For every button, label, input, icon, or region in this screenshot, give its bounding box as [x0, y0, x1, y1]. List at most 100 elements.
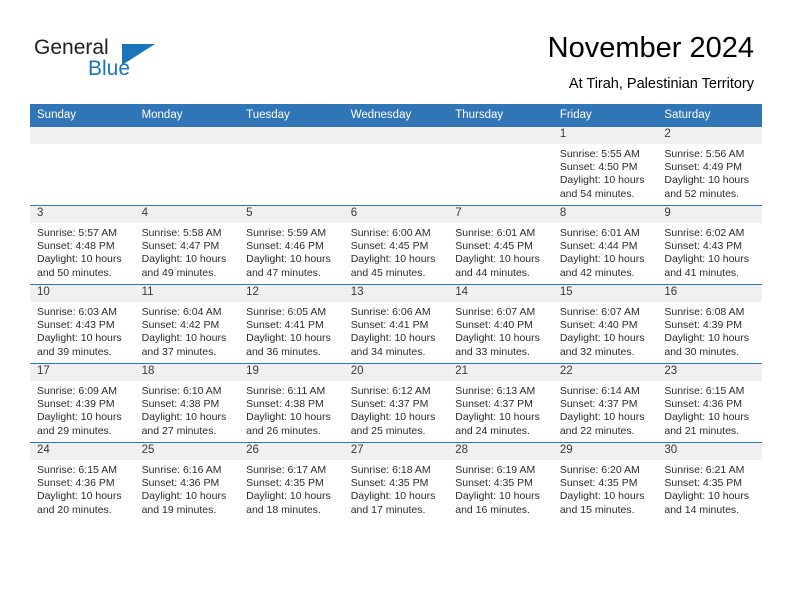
day-number [448, 127, 553, 144]
calendar-day-cell[interactable]: 14 Sunrise: 6:07 AM Sunset: 4:40 PM Dayligh… [448, 284, 553, 364]
calendar-day-cell[interactable]: 23 Sunrise: 6:15 AM Sunset: 4:36 PM Dayligh… [657, 363, 762, 443]
daylight-duration-line1: Daylight: 10 hours [246, 332, 331, 345]
calendar-day-cell[interactable]: 8 Sunrise: 6:01 AM Sunset: 4:44 PM Daylight… [552, 205, 658, 285]
calendar-day-cell[interactable]: 7 Sunrise: 6:01 AM Sunset: 4:45 PM Daylight… [448, 205, 553, 285]
day-number: 19 [239, 364, 344, 381]
sunrise-time: Sunrise: 6:02 AM [664, 227, 745, 239]
day-details: Sunrise: 6:07 AM Sunset: 4:40 PM Daylight:… [448, 302, 553, 359]
sunset-time: Sunset: 4:41 PM [246, 319, 324, 332]
sunrise-time: Sunrise: 5:55 AM [559, 148, 640, 160]
sunrise-time: Sunrise: 6:05 AM [246, 306, 327, 318]
page-header: General Blue November 2024 At Tirah, Pal… [0, 0, 792, 103]
calendar-day-cell-empty [343, 126, 449, 206]
calendar-day-cell[interactable]: 25 Sunrise: 6:16 AM Sunset: 4:36 PM Dayligh… [134, 442, 240, 521]
calendar-day-cell[interactable]: 10 Sunrise: 6:03 AM Sunset: 4:43 PM Dayligh… [30, 284, 135, 364]
daylight-duration-line1: Daylight: 10 hours [559, 490, 645, 503]
calendar-day-cell[interactable]: 5 Sunrise: 5:59 AM Sunset: 4:46 PM Daylight… [239, 205, 344, 285]
daylight-duration-line2: and 22 minutes. [559, 424, 635, 437]
daylight-duration-line1: Daylight: 10 hours [350, 253, 436, 266]
sunset-time: Sunset: 4:41 PM [350, 319, 429, 332]
calendar-day-cell[interactable]: 26 Sunrise: 6:17 AM Sunset: 4:35 PM Dayligh… [239, 442, 344, 521]
calendar-day-cell[interactable]: 6 Sunrise: 6:00 AM Sunset: 4:45 PM Daylight… [343, 205, 449, 285]
daylight-duration-line2: and 21 minutes. [664, 424, 740, 437]
sunset-time: Sunset: 4:44 PM [559, 240, 638, 253]
day-number: 27 [343, 443, 449, 460]
daylight-duration-line2: and 15 minutes. [559, 503, 635, 516]
daylight-duration-line2: and 42 minutes. [559, 266, 635, 279]
calendar-day-cell[interactable]: 13 Sunrise: 6:06 AM Sunset: 4:41 PM Dayligh… [343, 284, 449, 364]
calendar-day-cell[interactable]: 18 Sunrise: 6:10 AM Sunset: 4:38 PM Dayligh… [134, 363, 240, 443]
sunset-time: Sunset: 4:36 PM [141, 477, 220, 490]
calendar-day-cell[interactable]: 29 Sunrise: 6:20 AM Sunset: 4:35 PM Dayligh… [552, 442, 658, 521]
weekday-header-friday: Friday [552, 104, 658, 127]
daylight-duration-line2: and 32 minutes. [559, 345, 635, 358]
calendar-day-cell[interactable]: 24 Sunrise: 6:15 AM Sunset: 4:36 PM Dayligh… [30, 442, 135, 521]
title-block: November 2024 At Tirah, Palestinian Terr… [548, 30, 754, 93]
daylight-duration-line1: Daylight: 10 hours [664, 253, 750, 266]
sunset-time: Sunset: 4:35 PM [664, 477, 743, 490]
general-blue-logo[interactable]: General Blue [34, 36, 164, 84]
calendar-day-cell[interactable]: 9 Sunrise: 6:02 AM Sunset: 4:43 PM Daylight… [657, 205, 762, 285]
day-cell-inner: 22 Sunrise: 6:14 AM Sunset: 4:37 PM Dayligh… [552, 364, 658, 442]
calendar-day-cell[interactable]: 12 Sunrise: 6:05 AM Sunset: 4:41 PM Dayligh… [239, 284, 344, 364]
daylight-duration-line2: and 29 minutes. [37, 424, 112, 437]
calendar-day-cell[interactable]: 15 Sunrise: 6:07 AM Sunset: 4:40 PM Dayligh… [552, 284, 658, 364]
day-cell-inner: 11 Sunrise: 6:04 AM Sunset: 4:42 PM Dayligh… [134, 285, 240, 363]
daylight-duration-line1: Daylight: 10 hours [141, 253, 227, 266]
day-details: Sunrise: 6:01 AM Sunset: 4:44 PM Daylight:… [553, 223, 658, 280]
day-cell-inner: 20 Sunrise: 6:12 AM Sunset: 4:37 PM Dayligh… [343, 364, 449, 442]
calendar-day-cell[interactable]: 1 Sunrise: 5:55 AM Sunset: 4:50 PM Daylight… [552, 126, 658, 206]
calendar-day-cell[interactable]: 17 Sunrise: 6:09 AM Sunset: 4:39 PM Dayligh… [30, 363, 135, 443]
day-number: 18 [134, 364, 240, 381]
day-number [343, 127, 449, 144]
calendar-day-cell[interactable]: 19 Sunrise: 6:11 AM Sunset: 4:38 PM Dayligh… [239, 363, 344, 443]
calendar-day-cell[interactable]: 4 Sunrise: 5:58 AM Sunset: 4:47 PM Daylight… [134, 205, 240, 285]
sunrise-time: Sunrise: 6:12 AM [350, 385, 431, 397]
day-details: Sunrise: 5:55 AM Sunset: 4:50 PM Daylight:… [553, 144, 658, 201]
day-number: 1 [552, 127, 658, 144]
daylight-duration-line2: and 47 minutes. [246, 266, 321, 279]
daylight-duration-line1: Daylight: 10 hours [559, 253, 645, 266]
location-subtitle: At Tirah, Palestinian Territory [568, 76, 754, 92]
sunset-time: Sunset: 4:36 PM [37, 477, 115, 490]
day-number: 24 [30, 443, 135, 460]
sunrise-time: Sunrise: 6:08 AM [664, 306, 745, 318]
day-details: Sunrise: 6:15 AM Sunset: 4:36 PM Daylight:… [30, 460, 135, 517]
sunrise-time: Sunrise: 6:03 AM [37, 306, 117, 318]
calendar-day-cell[interactable]: 30 Sunrise: 6:21 AM Sunset: 4:35 PM Dayligh… [657, 442, 762, 521]
calendar-day-cell[interactable]: 16 Sunrise: 6:08 AM Sunset: 4:39 PM Dayligh… [657, 284, 762, 364]
daylight-duration-line1: Daylight: 10 hours [37, 332, 122, 345]
calendar-day-cell[interactable]: 21 Sunrise: 6:13 AM Sunset: 4:37 PM Dayligh… [448, 363, 553, 443]
day-number: 17 [30, 364, 135, 381]
calendar-day-cell[interactable]: 27 Sunrise: 6:18 AM Sunset: 4:35 PM Dayligh… [343, 442, 449, 521]
sunset-time: Sunset: 4:39 PM [37, 398, 115, 411]
daylight-duration-line2: and 30 minutes. [664, 345, 740, 358]
calendar-day-cell[interactable]: 3 Sunrise: 5:57 AM Sunset: 4:48 PM Daylight… [30, 205, 135, 285]
day-number: 3 [30, 206, 135, 223]
day-cell-inner [239, 127, 344, 205]
sunrise-time: Sunrise: 5:59 AM [246, 227, 327, 239]
calendar-day-cell[interactable]: 22 Sunrise: 6:14 AM Sunset: 4:37 PM Dayligh… [552, 363, 658, 443]
day-number: 10 [30, 285, 135, 302]
calendar-week-row: 24 Sunrise: 6:15 AM Sunset: 4:36 PM Dayligh… [30, 442, 762, 521]
daylight-duration-line1: Daylight: 10 hours [350, 490, 436, 503]
sunrise-time: Sunrise: 6:20 AM [559, 464, 640, 476]
day-cell-inner: 10 Sunrise: 6:03 AM Sunset: 4:43 PM Dayligh… [30, 285, 135, 363]
day-details: Sunrise: 6:03 AM Sunset: 4:43 PM Daylight:… [30, 302, 135, 359]
calendar-week-row: 17 Sunrise: 6:09 AM Sunset: 4:39 PM Dayligh… [30, 363, 762, 443]
calendar-day-cell[interactable]: 11 Sunrise: 6:04 AM Sunset: 4:42 PM Dayligh… [134, 284, 240, 364]
day-cell-inner: 25 Sunrise: 6:16 AM Sunset: 4:36 PM Dayligh… [134, 443, 240, 521]
sunrise-time: Sunrise: 6:13 AM [455, 385, 536, 397]
daylight-duration-line1: Daylight: 10 hours [37, 490, 122, 503]
daylight-duration-line2: and 17 minutes. [350, 503, 426, 516]
day-details: Sunrise: 6:15 AM Sunset: 4:36 PM Daylight:… [657, 381, 762, 438]
sunset-time: Sunset: 4:47 PM [141, 240, 220, 253]
day-details: Sunrise: 6:06 AM Sunset: 4:41 PM Daylight:… [344, 302, 449, 359]
daylight-duration-line1: Daylight: 10 hours [664, 174, 750, 187]
calendar-day-cell[interactable]: 2 Sunrise: 5:56 AM Sunset: 4:49 PM Daylight… [657, 126, 762, 206]
sunrise-time: Sunrise: 6:15 AM [664, 385, 745, 397]
calendar-day-cell[interactable]: 20 Sunrise: 6:12 AM Sunset: 4:37 PM Dayligh… [343, 363, 449, 443]
weekday-header-monday: Monday [134, 104, 240, 127]
calendar-day-cell[interactable]: 28 Sunrise: 6:19 AM Sunset: 4:35 PM Dayligh… [448, 442, 553, 521]
calendar-body: 1 Sunrise: 5:55 AM Sunset: 4:50 PM Daylight… [30, 126, 762, 521]
